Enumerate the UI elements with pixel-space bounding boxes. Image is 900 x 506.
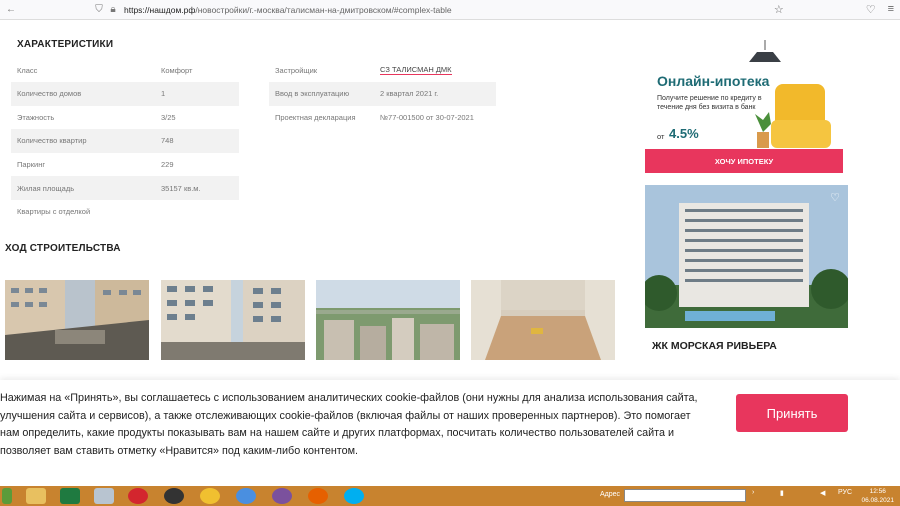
volume-icon[interactable]: ◀ <box>820 489 825 497</box>
ad-rate: 4.5% <box>669 126 699 141</box>
spec-row: Количество домов 1 <box>11 81 239 106</box>
spec-key: Количество домов <box>17 89 82 99</box>
spec-row: Ввод в эксплуатацию 2 квартал 2021 г. <box>269 81 496 106</box>
ad-subtitle: Получите решение по кредиту в течение дн… <box>657 95 762 111</box>
developer-link[interactable]: СЗ ТАЛИСМАН ДМК <box>380 65 452 75</box>
spec-row: Паркинг 229 <box>11 152 239 176</box>
spec-value: 3/25 <box>161 112 176 122</box>
bookmark-star-icon[interactable]: ☆ <box>774 3 784 16</box>
spec-key: Количество квартир <box>17 136 87 146</box>
construction-photo-2[interactable] <box>161 280 305 360</box>
menu-icon[interactable]: ≡ <box>888 3 894 16</box>
construction-photo-4[interactable] <box>471 280 615 360</box>
skype-icon[interactable] <box>344 488 364 504</box>
yandex-browser-icon[interactable] <box>200 488 220 504</box>
spec-key: Этажность <box>17 112 55 122</box>
mortgage-button[interactable]: ХОЧУ ИПОТЕКУ <box>645 149 843 173</box>
specs-title: ХАРАКТЕРИСТИКИ <box>17 39 114 50</box>
taskbar: Адрес › ▮ ◀ РУС 12:56 06.08.2021 <box>0 486 900 506</box>
cookie-text: Нажимая на «Принять», вы соглашаетесь с … <box>0 392 698 457</box>
construction-progress-title: ХОД СТРОИТЕЛЬСТВА <box>5 243 121 254</box>
url-field[interactable]: https://нашдом.рф/новостройки/г.-москва/… <box>124 5 452 15</box>
spec-value: Комфорт <box>161 65 193 75</box>
accept-cookies-button[interactable]: Принять <box>736 394 848 432</box>
spec-key: Класс <box>17 65 38 75</box>
lock-icon[interactable]: 🔒︎ <box>106 4 120 15</box>
browser-toolbar: ← ⛉ 🔒︎ https://нашдом.рф/новостройки/г.-… <box>0 0 900 20</box>
file-explorer-icon[interactable] <box>26 488 46 504</box>
viber-icon[interactable] <box>272 488 292 504</box>
spec-key: Паркинг <box>17 159 46 169</box>
network-icon[interactable]: ▮ <box>780 489 784 497</box>
pocket-icon[interactable]: ♡ <box>866 3 876 16</box>
address-label: Адрес <box>600 491 621 498</box>
favorite-heart-icon[interactable]: ♡ <box>830 191 840 204</box>
spec-value: 229 <box>161 159 174 169</box>
address-input[interactable] <box>624 489 746 502</box>
spec-row: Проектная декларация №77-001500 от 30-07-… <box>269 105 496 129</box>
clock-time: 12:56 <box>869 488 886 495</box>
keyhole-icon[interactable] <box>164 488 184 504</box>
cookie-banner: Нажимая на «Принять», вы соглашаетесь с … <box>0 380 900 486</box>
back-icon[interactable]: ← <box>4 4 18 15</box>
spec-row: Квартиры с отделкой <box>11 200 239 224</box>
computer-icon[interactable] <box>94 488 114 504</box>
spec-row: Количество квартир 748 <box>11 128 239 153</box>
start-icon[interactable] <box>2 488 12 504</box>
firefox-icon[interactable] <box>308 488 328 504</box>
spec-row: Жилая площадь 35157 кв.м. <box>11 176 239 200</box>
tray-arrow-icon[interactable]: › <box>752 489 754 496</box>
spec-value: 748 <box>161 136 174 146</box>
spec-key: Жилая площадь <box>17 183 75 193</box>
spec-key: Проектная декларация <box>275 112 356 122</box>
spec-row: Застройщик СЗ ТАЛИСМАН ДМК <box>269 58 496 82</box>
clock-date: 06.08.2021 <box>861 497 894 504</box>
spec-key: Ввод в эксплуатацию <box>275 89 350 99</box>
construction-photo-3[interactable] <box>316 280 460 360</box>
construction-photo-1[interactable] <box>5 280 149 360</box>
listing-title[interactable]: ЖК МОРСКАЯ РИВЬЕРА <box>652 340 777 352</box>
chrome-icon[interactable] <box>236 488 256 504</box>
ad-title: Онлайн-ипотека <box>657 73 770 89</box>
ad-rate-prefix: от <box>657 132 665 141</box>
spec-key: Застройщик <box>275 65 318 75</box>
spec-key: Квартиры с отделкой <box>17 207 91 217</box>
excel-icon[interactable] <box>60 488 80 504</box>
language-indicator[interactable]: РУС <box>838 489 852 496</box>
spec-value: 35157 кв.м. <box>161 183 201 193</box>
page-content: ХАРАКТЕРИСТИКИ Класс Комфорт Количество до… <box>0 20 900 486</box>
spec-value: 1 <box>161 89 166 99</box>
listing-image[interactable]: ♡ <box>645 185 848 328</box>
opera-icon[interactable] <box>128 488 148 504</box>
clock[interactable]: 12:56 06.08.2021 <box>861 487 894 505</box>
shield-icon[interactable]: ⛉ <box>92 4 106 15</box>
spec-row: Класс Комфорт <box>11 58 239 82</box>
spec-row: Этажность 3/25 <box>11 105 239 129</box>
spec-value: №77-001500 от 30-07-2021 <box>380 112 474 122</box>
spec-value: 2 квартал 2021 г. <box>380 89 439 99</box>
